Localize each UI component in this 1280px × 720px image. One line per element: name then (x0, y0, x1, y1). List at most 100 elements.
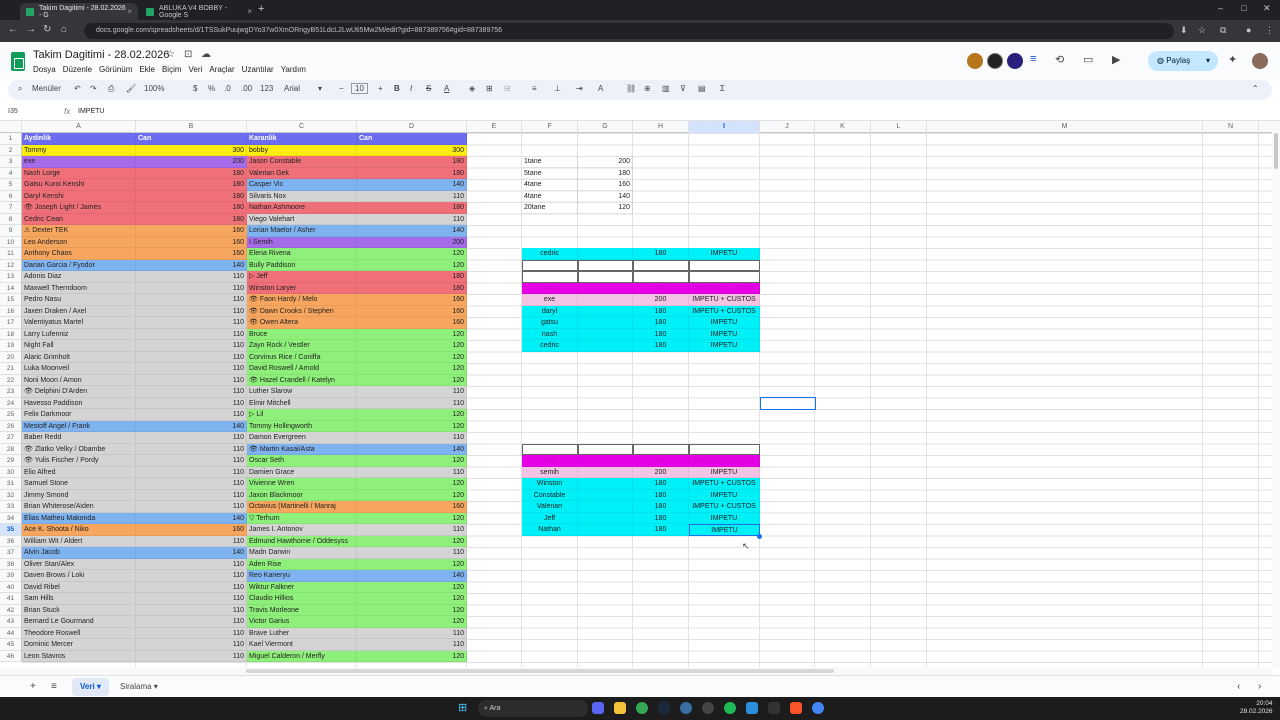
column-header-h[interactable]: H (633, 121, 689, 133)
player-name-dark[interactable]: Elmir Mitchell (247, 397, 357, 409)
player-hp-dark[interactable]: 110 (357, 386, 467, 398)
row-header-17[interactable]: 17 (0, 317, 22, 329)
team-empty-cell[interactable] (578, 512, 633, 524)
menu-uzantilar[interactable]: Uzantılar (242, 65, 274, 74)
column-header-c[interactable]: C (247, 121, 357, 133)
team-member-hp[interactable]: 200 (633, 294, 689, 306)
search-icon[interactable]: ⌕ (18, 84, 22, 94)
player-hp-light[interactable]: 110 (136, 466, 247, 478)
system-clock[interactable]: 20:04 28.02.2026 (1240, 700, 1273, 716)
player-hp-light[interactable]: 140 (136, 547, 247, 559)
strikethrough-icon[interactable]: S (426, 84, 431, 93)
team-member-name[interactable]: Valerian (522, 501, 578, 513)
collaborator-avatar[interactable] (967, 53, 983, 69)
row-header-33[interactable]: 33 (0, 501, 22, 513)
team-member-tag[interactable]: IMPETU + CUSTOS (689, 501, 760, 513)
player-name-dark[interactable]: Jaxon Blackmoor (247, 489, 357, 501)
column-header-g[interactable]: G (578, 121, 633, 133)
player-hp-dark[interactable]: 120 (357, 420, 467, 432)
player-hp-dark[interactable]: 120 (357, 489, 467, 501)
column-header-a[interactable]: A (22, 121, 136, 133)
row-header-12[interactable]: 12 (0, 259, 22, 271)
team-member-name[interactable]: Constable (522, 489, 578, 501)
row-header-27[interactable]: 27 (0, 432, 22, 444)
player-hp-dark[interactable]: 120 (357, 409, 467, 421)
row-header-46[interactable]: 46 (0, 650, 22, 662)
player-name-dark[interactable]: 👁 Owen Altera (247, 317, 357, 329)
player-hp-dark[interactable]: 200 (357, 236, 467, 248)
team-empty-cell[interactable] (633, 271, 689, 283)
player-name-dark[interactable]: David Roswell / Arnold (247, 363, 357, 375)
player-name-dark[interactable]: Wiktur Falkner (247, 581, 357, 593)
profile-icon[interactable]: ● (1246, 25, 1251, 35)
print-icon[interactable]: ⎙ (108, 84, 114, 94)
team-empty-cell[interactable] (522, 259, 578, 271)
close-window-icon[interactable]: ✕ (1263, 3, 1271, 14)
valign-icon[interactable]: ⊥ (554, 84, 561, 93)
player-hp-dark[interactable]: 110 (357, 397, 467, 409)
player-name-dark[interactable]: Vivienne Wren (247, 478, 357, 490)
player-hp-light[interactable]: 160 (136, 524, 247, 536)
player-name-light[interactable]: Elias Matheu Makonda (22, 512, 136, 524)
collaborator-avatar[interactable] (987, 53, 1003, 69)
link-icon[interactable]: ⛓ (626, 84, 636, 93)
player-name-dark[interactable]: Victor Garius (247, 616, 357, 628)
borders-icon[interactable]: ⊞ (486, 84, 493, 93)
player-name-dark[interactable]: Tommy Hollingworth (247, 420, 357, 432)
player-hp-light[interactable]: 110 (136, 581, 247, 593)
player-name-light[interactable]: Gatsu Kuroi Kenshi (22, 179, 136, 191)
player-hp-dark[interactable]: 110 (357, 627, 467, 639)
header-karanlik[interactable]: Karanlik (247, 133, 357, 145)
summary-value[interactable]: 180 (578, 167, 633, 179)
player-name-light[interactable]: Night Fall (22, 340, 136, 352)
team-empty-cell[interactable] (689, 271, 760, 283)
header-aydinlik[interactable]: Aydinlik (22, 133, 136, 145)
team-member-name[interactable]: cedric (522, 340, 578, 352)
player-hp-light[interactable]: 110 (136, 639, 247, 651)
team-member-tag[interactable]: IMPETU (689, 328, 760, 340)
player-name-light[interactable]: Daryl Kenshi (22, 190, 136, 202)
team-member-hp[interactable]: 180 (633, 501, 689, 513)
team-empty-cell[interactable] (578, 455, 633, 467)
player-hp-dark[interactable]: 120 (357, 650, 467, 662)
new-tab-button[interactable]: + (258, 3, 264, 15)
player-name-light[interactable]: Cedric Cean (22, 213, 136, 225)
team-member-hp[interactable]: 180 (633, 305, 689, 317)
team-header-tag[interactable]: IMPETU + CUSTOS (689, 282, 760, 294)
chrome-active-icon[interactable] (812, 702, 824, 714)
file-explorer-icon[interactable] (614, 702, 626, 714)
team-empty-cell[interactable] (578, 305, 633, 317)
vpn-icon[interactable] (680, 702, 692, 714)
player-name-dark[interactable]: Brave Luther (247, 627, 357, 639)
player-hp-light[interactable]: 110 (136, 409, 247, 421)
team-member-name[interactable]: semih (522, 466, 578, 478)
player-hp-light[interactable]: 110 (136, 328, 247, 340)
team-member-name[interactable]: gatsu (522, 317, 578, 329)
team-member-tag[interactable]: IMPETU (689, 340, 760, 352)
presence-icon[interactable]: ≡ (1030, 53, 1036, 65)
filter-views-icon[interactable]: ▤ (698, 84, 706, 93)
team-empty-cell[interactable] (578, 489, 633, 501)
windows-start-icon[interactable]: ⊞ (458, 701, 467, 714)
team-empty-cell[interactable] (633, 259, 689, 271)
row-header-39[interactable]: 39 (0, 570, 22, 582)
header-can[interactable]: Can (357, 133, 467, 145)
row-header-45[interactable]: 45 (0, 639, 22, 651)
player-hp-light[interactable]: 110 (136, 478, 247, 490)
maximize-icon[interactable]: □ (1241, 3, 1246, 13)
scroll-thumb[interactable] (1274, 133, 1278, 169)
player-name-light[interactable]: Bernard Le Gourmand (22, 616, 136, 628)
team-empty-cell[interactable] (578, 259, 633, 271)
player-hp-dark[interactable]: 110 (357, 547, 467, 559)
team-member-name[interactable]: nash (522, 328, 578, 340)
player-hp-light[interactable]: 110 (136, 294, 247, 306)
column-header-e[interactable]: E (467, 121, 522, 133)
team-member-name[interactable]: Nathan (522, 524, 578, 536)
row-header-28[interactable]: 28 (0, 443, 22, 455)
player-hp-light[interactable]: 110 (136, 374, 247, 386)
player-name-dark[interactable]: Claudio Hillios (247, 593, 357, 605)
comment-icon[interactable]: ⊕ (644, 84, 651, 93)
player-name-dark[interactable]: Nathan Ashmoore (247, 202, 357, 214)
player-name-dark[interactable]: bobby (247, 144, 357, 156)
sheets-logo-icon[interactable] (11, 52, 25, 71)
